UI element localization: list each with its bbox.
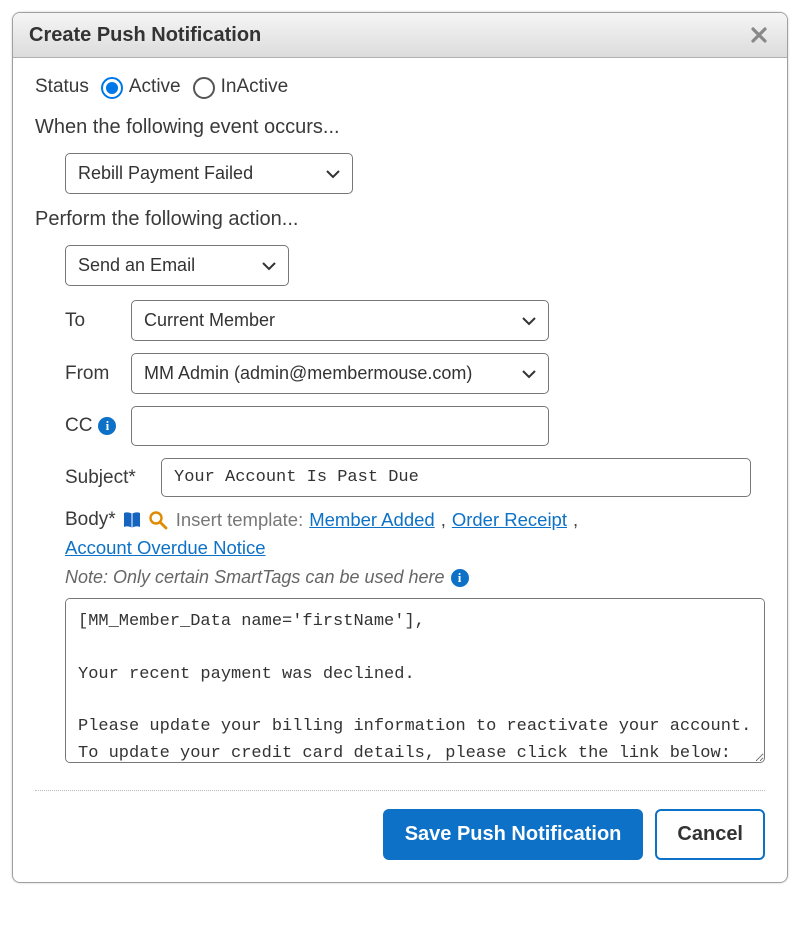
template-link-order-receipt[interactable]: Order Receipt [452, 509, 567, 531]
dialog-body: Status Active InActive When the followin… [13, 58, 787, 791]
from-select-value: MM Admin (admin@membermouse.com) [144, 363, 472, 384]
insert-template-label: Insert template: [176, 509, 304, 531]
subject-label: Subject* [65, 467, 161, 489]
create-push-notification-dialog: Create Push Notification Status Active I… [12, 12, 788, 883]
status-label: Status [35, 76, 89, 98]
body-label-row: Body* Insert template: Member Added, Ord… [65, 509, 765, 559]
search-icon[interactable] [148, 510, 168, 530]
to-label: To [65, 310, 131, 332]
subject-row: Subject* [65, 458, 765, 497]
dialog-title: Create Push Notification [29, 24, 261, 47]
template-link-account-overdue[interactable]: Account Overdue Notice [65, 537, 266, 559]
radio-active[interactable] [101, 77, 123, 99]
chevron-down-icon [262, 261, 276, 271]
dialog-footer: Save Push Notification Cancel [13, 791, 787, 882]
status-row: Status Active InActive [35, 76, 765, 98]
smarttags-note-row: Note: Only certain SmartTags can be used… [65, 567, 765, 588]
save-button[interactable]: Save Push Notification [383, 809, 644, 860]
chevron-down-icon [522, 316, 536, 326]
from-select[interactable]: MM Admin (admin@membermouse.com) [131, 353, 549, 394]
to-row: To Current Member [65, 300, 765, 341]
body-label: Body* [65, 509, 116, 531]
subject-input[interactable] [161, 458, 751, 497]
close-icon[interactable] [747, 23, 771, 47]
event-heading: When the following event occurs... [35, 116, 765, 139]
from-row: From MM Admin (admin@membermouse.com) [65, 353, 765, 394]
to-select-value: Current Member [144, 310, 275, 331]
action-select-value: Send an Email [78, 255, 195, 276]
book-icon[interactable] [122, 510, 142, 530]
info-icon[interactable]: i [98, 417, 116, 435]
action-select[interactable]: Send an Email [65, 245, 289, 286]
info-icon[interactable]: i [451, 569, 469, 587]
from-label: From [65, 363, 131, 385]
cancel-button[interactable]: Cancel [655, 809, 765, 860]
radio-active-label: Active [129, 76, 181, 98]
chevron-down-icon [326, 169, 340, 179]
action-heading: Perform the following action... [35, 208, 765, 231]
cc-label: CC [65, 415, 92, 437]
radio-inactive[interactable] [193, 77, 215, 99]
dialog-header: Create Push Notification [13, 13, 787, 58]
body-textarea[interactable] [65, 598, 765, 763]
to-select[interactable]: Current Member [131, 300, 549, 341]
cc-row: CC i [65, 406, 765, 446]
template-link-member-added[interactable]: Member Added [309, 509, 434, 531]
smarttags-note: Note: Only certain SmartTags can be used… [65, 567, 445, 588]
chevron-down-icon [522, 369, 536, 379]
cc-input[interactable] [131, 406, 549, 446]
event-select-value: Rebill Payment Failed [78, 163, 253, 184]
event-select[interactable]: Rebill Payment Failed [65, 153, 353, 194]
radio-inactive-label: InActive [221, 76, 289, 98]
email-form: To Current Member From MM Admin (admin@m… [65, 300, 765, 768]
